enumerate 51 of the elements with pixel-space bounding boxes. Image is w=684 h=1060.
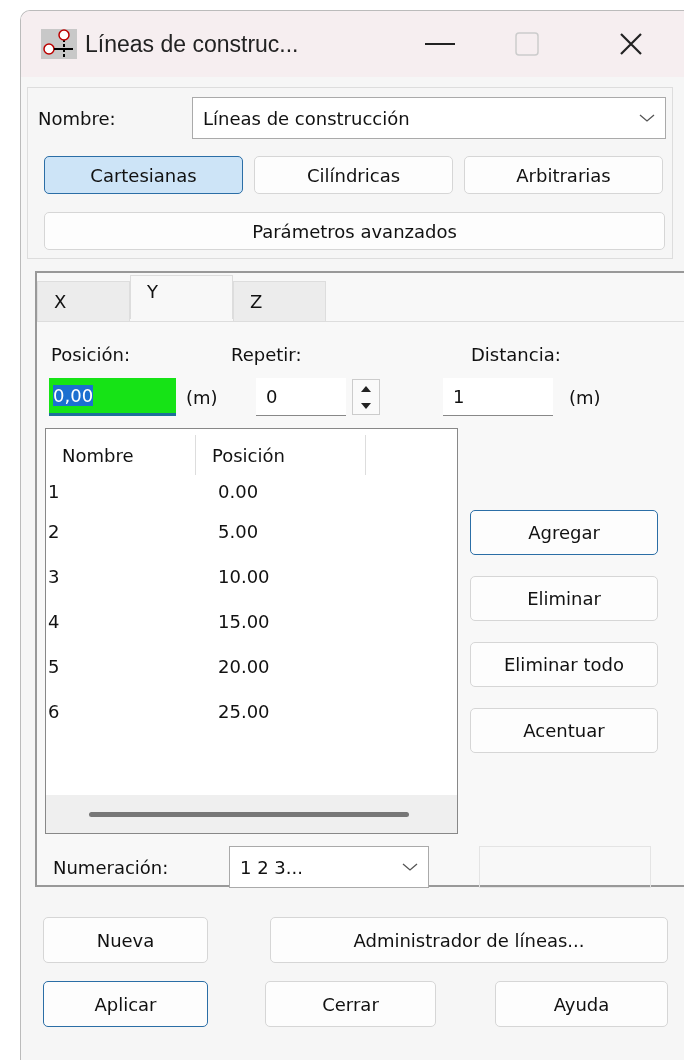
repeat-label: Repetir: bbox=[231, 344, 303, 367]
table-cell: 25.00 bbox=[218, 701, 270, 722]
column-header[interactable]: Nombre bbox=[46, 435, 196, 475]
chevron-icon bbox=[402, 862, 418, 872]
action-button[interactable]: Eliminar todo bbox=[470, 642, 658, 687]
spinner[interactable] bbox=[352, 379, 380, 415]
tab[interactable]: Z bbox=[233, 281, 326, 321]
table-cell-text: 3 bbox=[47, 566, 61, 587]
table-cell-text: 2 bbox=[47, 521, 61, 542]
numbering-label: Numeración: bbox=[53, 856, 170, 878]
position-label: Posición: bbox=[51, 344, 131, 367]
table-cell: 0.00 bbox=[218, 480, 259, 502]
unit-label: (m) bbox=[186, 386, 219, 408]
table-cell: 20.00 bbox=[218, 656, 270, 677]
tab[interactable]: X bbox=[37, 281, 130, 321]
window-title: Líneas de construc... bbox=[85, 30, 300, 58]
advanced-button[interactable]: Parámetros avanzados bbox=[44, 212, 665, 250]
table-cell-text: 4 bbox=[47, 611, 61, 632]
column-header[interactable]: Posición bbox=[196, 435, 366, 475]
dialog-button[interactable]: Administrador de líneas... bbox=[270, 917, 668, 963]
minimize-icon[interactable] bbox=[425, 42, 455, 46]
mode-button[interactable]: Cartesianas bbox=[44, 156, 243, 194]
repeat-field[interactable]: 0 bbox=[256, 378, 346, 416]
distance-field[interactable]: 1 bbox=[443, 378, 553, 416]
unit-label: (m) bbox=[569, 386, 601, 408]
maximize-icon bbox=[515, 32, 539, 56]
table-cell-text: 1 bbox=[47, 480, 61, 502]
table-cell: 5.00 bbox=[218, 521, 259, 542]
chevron-icon bbox=[639, 113, 655, 123]
mode-button[interactable]: Arbitrarias bbox=[464, 156, 663, 194]
distance-label: Distancia: bbox=[471, 344, 561, 367]
dialog-button[interactable]: Cerrar bbox=[265, 981, 436, 1027]
numbering-dropdown[interactable]: 1 2 3... bbox=[229, 846, 429, 888]
scrollbar[interactable] bbox=[46, 795, 457, 833]
dialog-button[interactable]: Nueva bbox=[43, 917, 208, 963]
action-button[interactable]: Acentuar bbox=[470, 708, 658, 753]
table-cell-text: 6 bbox=[47, 701, 61, 722]
app-icon bbox=[41, 29, 77, 59]
dialog-button[interactable]: Ayuda bbox=[495, 981, 668, 1027]
action-button[interactable]: Agregar bbox=[470, 510, 658, 555]
name-label: Nombre: bbox=[38, 107, 117, 129]
tab[interactable]: Y bbox=[130, 275, 233, 319]
dialog-button[interactable]: Aplicar bbox=[43, 981, 208, 1027]
name-dropdown[interactable]: Líneas de construcción bbox=[192, 97, 666, 139]
mode-button[interactable]: Cilíndricas bbox=[254, 156, 453, 194]
table-cell: 15.00 bbox=[218, 611, 270, 632]
action-button[interactable]: Eliminar bbox=[470, 576, 658, 621]
table-cell: 10.00 bbox=[218, 566, 270, 587]
close-icon[interactable] bbox=[619, 32, 643, 56]
position-field[interactable]: 0,00 bbox=[49, 378, 176, 416]
table-cell-text: 5 bbox=[47, 656, 61, 677]
